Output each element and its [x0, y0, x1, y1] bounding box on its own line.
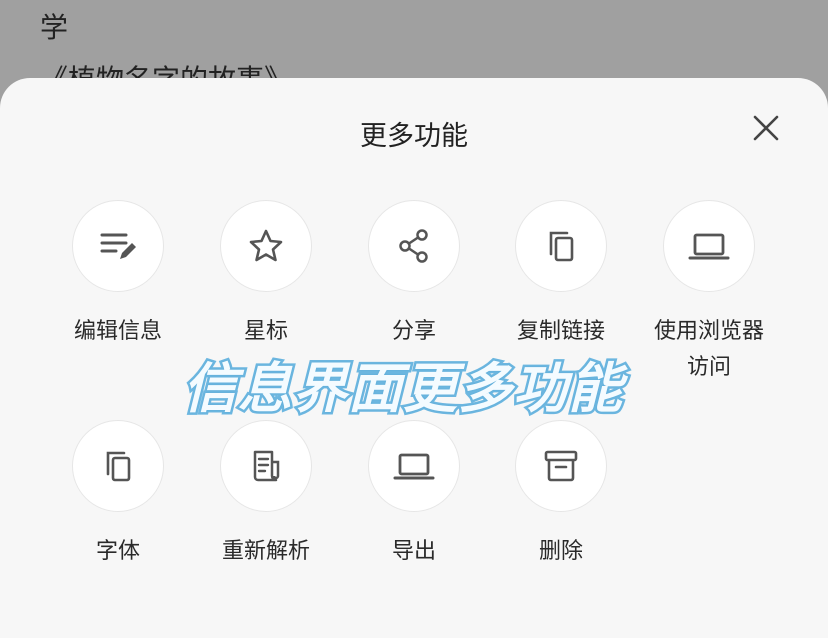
reparse-circle: [220, 420, 312, 512]
share-icon: [399, 229, 428, 263]
edit-info-label: 编辑信息: [73, 319, 162, 344]
close-button[interactable]: [746, 108, 786, 148]
share-button[interactable]: 分享: [339, 200, 489, 350]
edit-info-circle: [72, 200, 164, 292]
laptop-icon: [688, 233, 730, 260]
copy-icon: [549, 231, 574, 262]
sheet-title: 更多功能: [360, 121, 468, 152]
export-circle: [368, 420, 460, 512]
open-in-browser-circle: [663, 200, 755, 292]
star-circle: [220, 200, 312, 292]
delete-button[interactable]: 删除: [486, 420, 636, 570]
edit-info-button[interactable]: 编辑信息: [43, 200, 193, 350]
export-button[interactable]: 导出: [339, 420, 489, 570]
laptop-icon: [393, 453, 435, 480]
open-in-browser-button[interactable]: 使用浏览器 访问: [634, 200, 784, 386]
copy-link-circle: [515, 200, 607, 292]
open-in-browser-label-line2: 访问: [686, 355, 731, 380]
star-icon: [249, 229, 283, 262]
overlay-caption: 信息界面更多功能: [181, 355, 625, 423]
font-button[interactable]: 字体: [43, 420, 193, 570]
star-button[interactable]: 星标: [191, 200, 341, 350]
delete-label: 删除: [538, 539, 583, 564]
font-circle: [72, 420, 164, 512]
open-in-browser-label: 使用浏览器 访问: [654, 314, 764, 386]
archive-icon: [544, 450, 578, 482]
copy-icon: [106, 451, 131, 482]
open-in-browser-label-line1: 使用浏览器: [653, 319, 764, 344]
background-text-line: 学: [40, 11, 69, 44]
delete-circle: [515, 420, 607, 512]
font-label: 字体: [95, 539, 140, 564]
close-icon: [753, 115, 779, 141]
copy-link-button[interactable]: 复制链接: [486, 200, 636, 350]
share-circle: [368, 200, 460, 292]
reparse-label: 重新解析: [221, 539, 310, 564]
reparse-button[interactable]: 重新解析: [191, 420, 341, 570]
export-label: 导出: [391, 539, 436, 564]
edit-list-icon: [100, 233, 136, 259]
document-icon: [253, 450, 280, 482]
